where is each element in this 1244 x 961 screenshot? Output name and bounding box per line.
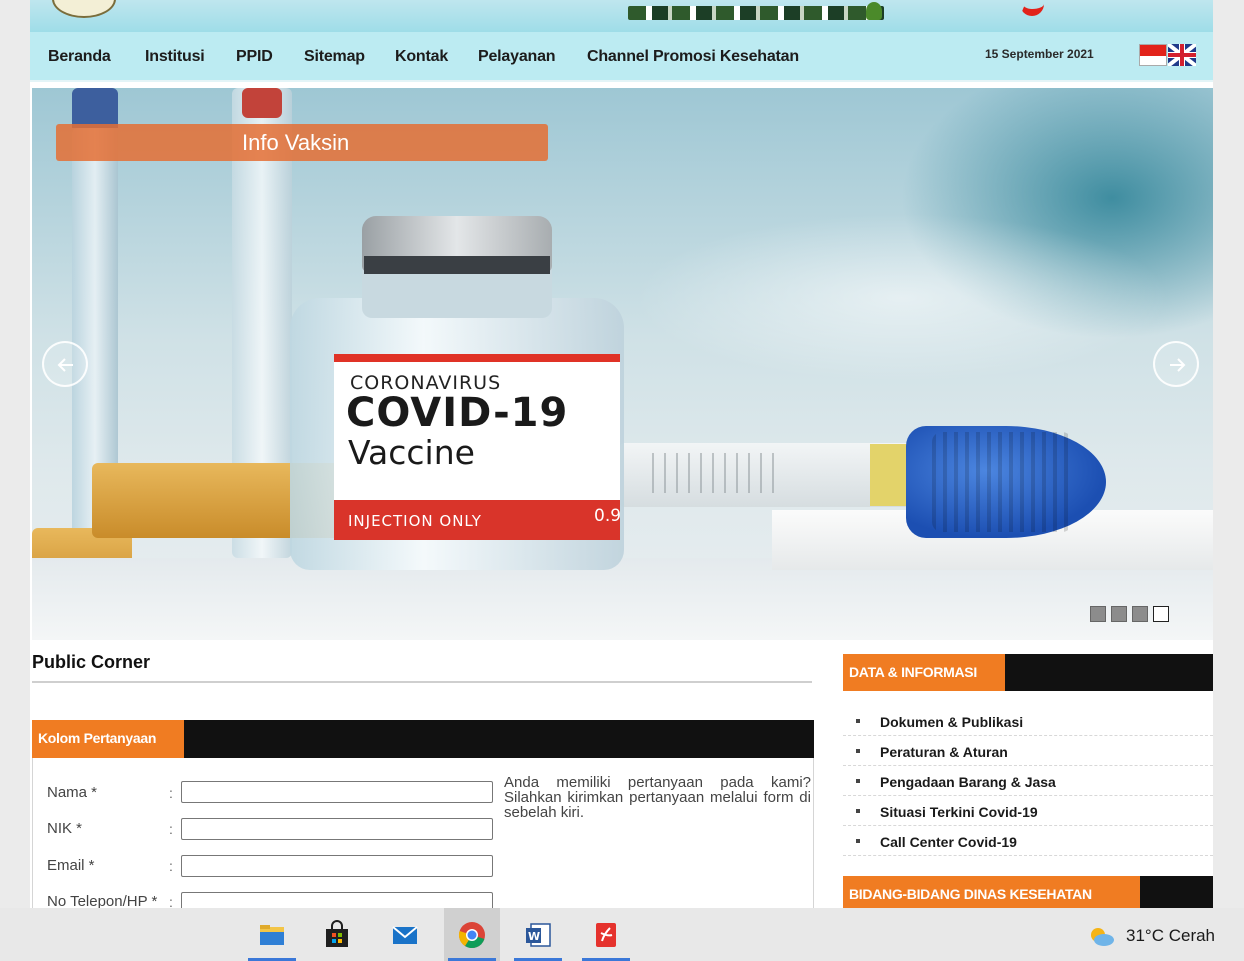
tree-icon bbox=[866, 2, 882, 20]
header-illustration bbox=[628, 6, 884, 20]
bidang-title-tab: BIDANG-BIDANG DINAS KESEHATAN bbox=[843, 876, 1140, 908]
weather-text: 31°C Cerah bbox=[1126, 926, 1216, 945]
hero-slider: CORONAVIRUS COVID-19 Vaccine INJECTION O… bbox=[32, 88, 1213, 640]
phone-field[interactable] bbox=[181, 892, 493, 908]
list-item-situasi-covid[interactable]: Situasi Terkini Covid-19 bbox=[843, 796, 1213, 826]
colon: : bbox=[169, 785, 173, 801]
nav-item-ppid[interactable]: PPID bbox=[236, 48, 273, 66]
list-item-label: Call Center Covid-19 bbox=[880, 834, 1017, 850]
public-corner-title: Public Corner bbox=[32, 652, 151, 672]
vaccine-label-line5: 0.9 bbox=[594, 506, 622, 526]
chrome-icon bbox=[458, 922, 485, 949]
nav-item-beranda[interactable]: Beranda bbox=[48, 48, 111, 66]
email-label: Email * bbox=[47, 857, 95, 874]
name-field[interactable] bbox=[181, 781, 493, 803]
colon: : bbox=[169, 858, 173, 874]
partly-sunny-icon bbox=[1091, 928, 1114, 946]
site-logo[interactable] bbox=[52, 0, 116, 18]
taskbar-app-store[interactable] bbox=[309, 908, 365, 961]
phone-label: No Telepon/HP * bbox=[47, 893, 158, 908]
colon: : bbox=[169, 894, 173, 908]
slide-caption[interactable]: Info Vaksin bbox=[56, 124, 548, 161]
slider-indicator-2[interactable] bbox=[1111, 606, 1127, 622]
taskbar: W 31°C Cerah bbox=[0, 908, 1244, 961]
list-item-call-center[interactable]: Call Center Covid-19 bbox=[843, 826, 1213, 856]
question-form: Nama * : NIK * : Email * : No Telepon/HP… bbox=[32, 758, 814, 908]
nav-item-institusi[interactable]: Institusi bbox=[145, 48, 205, 66]
bullet-icon bbox=[856, 839, 860, 843]
vaccine-label-line2: COVID-19 bbox=[346, 390, 569, 436]
bidang-title: BIDANG-BIDANG DINAS KESEHATAN bbox=[849, 886, 1092, 902]
web-page: Beranda Institusi PPID Sitemap Kontak Pe… bbox=[30, 0, 1213, 908]
svg-text:W: W bbox=[528, 930, 540, 943]
list-item-label: Peraturan & Aturan bbox=[880, 744, 1008, 760]
divider bbox=[32, 681, 812, 683]
bullet-icon bbox=[856, 809, 860, 813]
slider-indicator-3[interactable] bbox=[1132, 606, 1148, 622]
email-field[interactable] bbox=[181, 855, 493, 877]
nav-item-kontak[interactable]: Kontak bbox=[395, 48, 448, 66]
nav-item-pelayanan[interactable]: Pelayanan bbox=[478, 48, 556, 66]
vaccine-label-line3: Vaccine bbox=[348, 433, 475, 472]
name-label: Nama * bbox=[47, 784, 98, 801]
form-help-text: Anda memiliki pertanyaan pada kami? Sila… bbox=[504, 774, 811, 821]
nav-item-sitemap[interactable]: Sitemap bbox=[304, 48, 365, 66]
bullet-icon bbox=[856, 719, 860, 723]
arrow-left-icon bbox=[57, 358, 73, 372]
store-icon bbox=[326, 920, 348, 947]
mail-icon bbox=[392, 926, 418, 944]
colon: : bbox=[169, 821, 173, 837]
question-form-title-tab: Kolom Pertanyaan bbox=[32, 720, 184, 758]
word-icon: W bbox=[526, 923, 551, 947]
partner-logo bbox=[1020, 0, 1044, 16]
nav-item-channel-promosi[interactable]: Channel Promosi Kesehatan bbox=[587, 48, 799, 66]
data-info-title-tab: DATA & INFORMASI bbox=[843, 654, 1005, 691]
slider-indicator-1[interactable] bbox=[1090, 606, 1106, 622]
bullet-icon bbox=[856, 749, 860, 753]
taskbar-app-file-explorer[interactable] bbox=[244, 908, 300, 961]
arrow-right-icon bbox=[1170, 358, 1186, 372]
list-item-dokumen[interactable]: Dokumen & Publikasi bbox=[843, 706, 1213, 736]
taskbar-app-chrome[interactable] bbox=[444, 908, 500, 961]
slider-prev-button[interactable] bbox=[42, 341, 88, 387]
taskbar-app-mail[interactable] bbox=[377, 908, 433, 961]
file-explorer-icon bbox=[260, 925, 284, 945]
bullet-icon bbox=[856, 779, 860, 783]
flag-indonesia-icon[interactable] bbox=[1139, 44, 1167, 66]
current-date: 15 September 2021 bbox=[985, 47, 1094, 61]
list-item-label: Pengadaan Barang & Jasa bbox=[880, 774, 1056, 790]
slider-indicator-4[interactable] bbox=[1153, 606, 1169, 622]
nik-field[interactable] bbox=[181, 818, 493, 840]
data-info-title: DATA & INFORMASI bbox=[849, 664, 977, 680]
list-item-label: Dokumen & Publikasi bbox=[880, 714, 1024, 730]
slide-caption-text: Info Vaksin bbox=[242, 130, 350, 155]
acrobat-icon bbox=[596, 923, 616, 947]
list-item-peraturan[interactable]: Peraturan & Aturan bbox=[843, 736, 1213, 766]
flag-uk-icon[interactable] bbox=[1168, 44, 1196, 66]
question-form-title: Kolom Pertanyaan bbox=[38, 730, 157, 746]
slider-next-button[interactable] bbox=[1153, 341, 1199, 387]
taskbar-app-word[interactable]: W bbox=[510, 908, 566, 961]
vaccine-label-line4: INJECTION ONLY bbox=[348, 512, 482, 530]
taskbar-app-acrobat[interactable] bbox=[578, 908, 634, 961]
nik-label: NIK * bbox=[47, 820, 83, 837]
site-header bbox=[30, 0, 1213, 32]
list-item-label: Situasi Terkini Covid-19 bbox=[880, 804, 1038, 820]
main-nav: Beranda Institusi PPID Sitemap Kontak Pe… bbox=[30, 32, 1213, 82]
list-item-pengadaan[interactable]: Pengadaan Barang & Jasa bbox=[843, 766, 1213, 796]
